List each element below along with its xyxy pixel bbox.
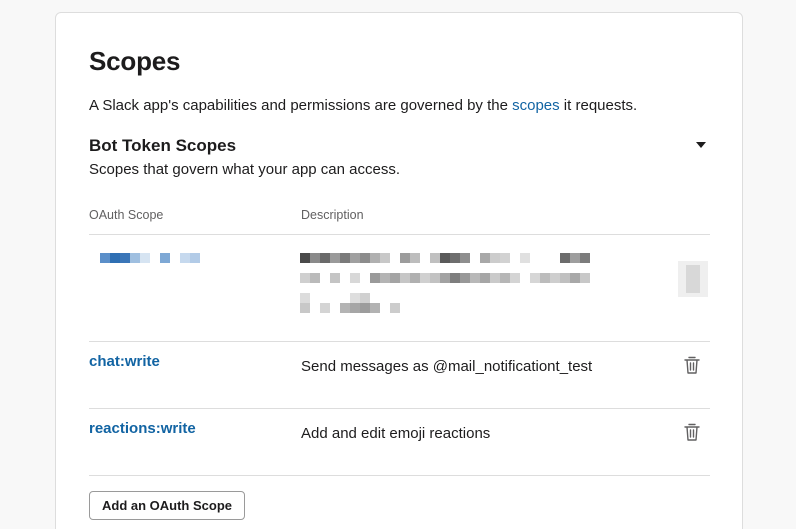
scope-name-reactions-write[interactable]: reactions:write <box>89 420 196 437</box>
redacted-pixel <box>350 303 360 313</box>
bot-token-scopes-title: Bot Token Scopes <box>89 136 237 155</box>
redacted-pixel <box>370 303 380 313</box>
redacted-pixel <box>470 273 480 283</box>
redacted-pixel <box>360 253 370 263</box>
redacted-pixel <box>380 273 390 283</box>
scopes-intro: A Slack app's capabilities and permissio… <box>89 97 637 114</box>
redacted-pixel <box>400 273 410 283</box>
redacted-pixel <box>110 253 120 263</box>
page-title: Scopes <box>89 46 181 76</box>
divider <box>89 408 710 409</box>
redacted-pixel <box>490 253 500 263</box>
redacted-pixel <box>350 293 360 303</box>
column-header-description: Description <box>301 208 364 222</box>
redacted-pixel <box>450 273 460 283</box>
column-header-oauth-scope: OAuth Scope <box>89 208 164 222</box>
redacted-pixel <box>330 273 340 283</box>
redacted-pixel <box>460 273 470 283</box>
redacted-pixel <box>390 303 400 313</box>
redacted-pixel <box>686 265 700 293</box>
redacted-pixel <box>300 303 310 313</box>
redacted-pixel <box>370 253 380 263</box>
redacted-pixel <box>390 273 400 283</box>
redacted-pixel <box>480 253 490 263</box>
redacted-pixel <box>130 253 140 263</box>
scopes-card: Scopes A Slack app's capabilities and pe… <box>55 12 743 529</box>
redacted-pixel <box>330 253 340 263</box>
redacted-pixel <box>500 273 510 283</box>
redacted-pixel <box>360 293 370 303</box>
redacted-pixel <box>400 253 410 263</box>
redacted-pixel <box>410 273 420 283</box>
redacted-pixel <box>440 273 450 283</box>
redacted-pixel <box>380 253 390 263</box>
divider <box>89 475 710 476</box>
scopes-link[interactable]: scopes <box>512 97 560 114</box>
redacted-pixel <box>340 303 350 313</box>
trash-icon[interactable] <box>683 355 701 375</box>
redacted-pixel <box>570 273 580 283</box>
redacted-pixel <box>190 253 200 263</box>
redacted-pixel <box>320 303 330 313</box>
redacted-pixel <box>460 253 470 263</box>
bot-token-scopes-description: Scopes that govern what your app can acc… <box>89 161 401 178</box>
redacted-pixel <box>320 253 330 263</box>
redacted-pixel <box>180 253 190 263</box>
redacted-pixel <box>450 253 460 263</box>
redacted-pixel <box>540 273 550 283</box>
intro-text-prefix: A Slack app's capabilities and permissio… <box>89 97 513 114</box>
add-oauth-scope-button[interactable]: Add an OAuth Scope <box>89 491 245 520</box>
redacted-pixel <box>420 273 430 283</box>
redacted-pixel <box>570 253 580 263</box>
redacted-pixel <box>560 273 570 283</box>
redacted-pixel <box>370 273 380 283</box>
redacted-pixel <box>530 273 540 283</box>
redacted-pixel <box>100 253 110 263</box>
redacted-pixel <box>520 253 530 263</box>
intro-text-suffix: it requests. <box>559 97 638 114</box>
redacted-pixel <box>490 273 500 283</box>
redacted-pixel <box>340 253 350 263</box>
redacted-pixel <box>350 253 360 263</box>
redacted-pixel <box>120 253 130 263</box>
trash-icon[interactable] <box>683 422 701 442</box>
redacted-pixel <box>300 273 310 283</box>
redacted-pixel <box>410 253 420 263</box>
redacted-pixel <box>560 253 570 263</box>
caret-down-icon[interactable] <box>693 139 709 151</box>
redacted-pixel <box>580 273 590 283</box>
redacted-pixel <box>350 273 360 283</box>
redacted-pixel <box>160 253 170 263</box>
redacted-pixel <box>430 273 440 283</box>
redacted-pixel <box>580 253 590 263</box>
scope-name-chat-write[interactable]: chat:write <box>89 353 160 370</box>
redacted-pixel <box>300 293 310 303</box>
redacted-pixel <box>440 253 450 263</box>
redacted-pixel <box>550 273 560 283</box>
scope-description: Send messages as @mail_notificationt_tes… <box>301 358 593 375</box>
redacted-pixel <box>360 303 370 313</box>
redacted-scope-row <box>56 235 744 341</box>
redacted-pixel <box>430 253 440 263</box>
scope-description: Add and edit emoji reactions <box>301 425 491 442</box>
redacted-pixel <box>310 253 320 263</box>
redacted-pixel <box>500 253 510 263</box>
divider <box>89 341 710 342</box>
redacted-pixel <box>510 273 520 283</box>
redacted-pixel <box>140 253 150 263</box>
redacted-pixel <box>480 273 490 283</box>
redacted-pixel <box>310 273 320 283</box>
redacted-pixel <box>300 253 310 263</box>
